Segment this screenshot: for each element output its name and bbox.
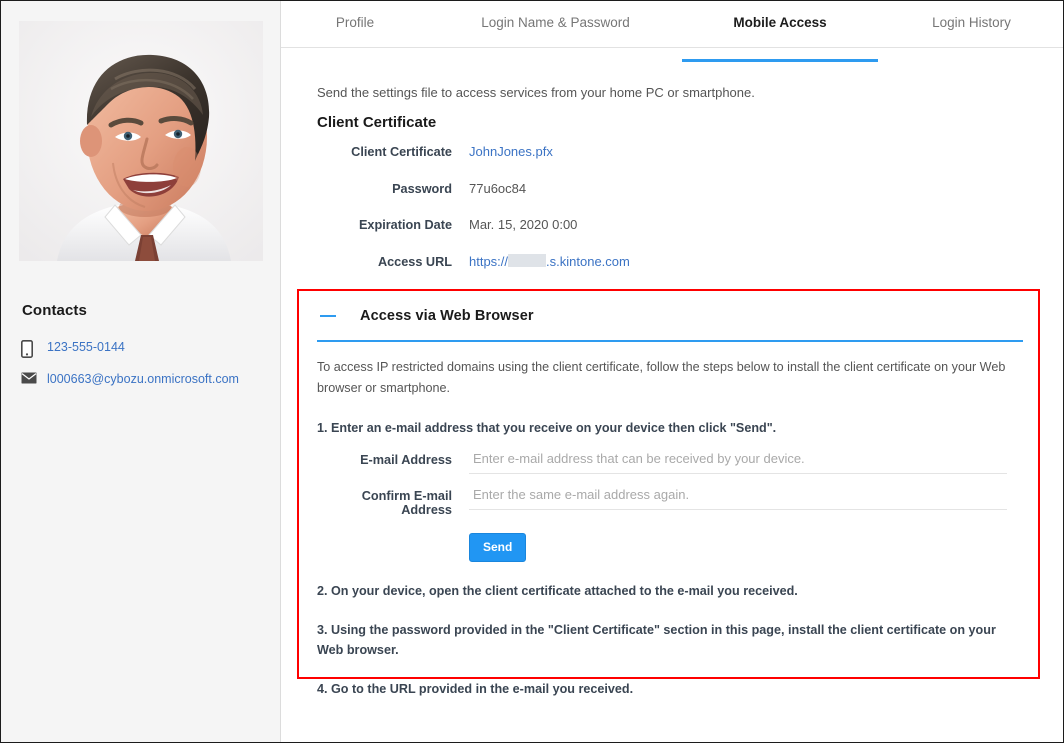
web-browser-description: To access IP restricted domains using th… xyxy=(317,360,1006,395)
panel-underline xyxy=(317,340,1023,342)
user-sidebar: Contacts 123-555-0144 l000663@cybozu.onm… xyxy=(1,1,281,742)
avatar xyxy=(19,21,263,261)
access-via-app-header[interactable]: Access via iPhone or Android App xyxy=(317,738,1023,742)
email-address-input[interactable] xyxy=(469,447,1007,474)
cert-value-access-url[interactable]: https:// .s.kintone.com xyxy=(469,253,630,269)
tab-login-name-password[interactable]: Login Name & Password xyxy=(429,15,682,48)
tab-login-history[interactable]: Login History xyxy=(878,15,1063,48)
send-button[interactable]: Send xyxy=(469,533,527,562)
mobile-access-settings-window: Contacts 123-555-0144 l000663@cybozu.onm… xyxy=(0,0,1064,743)
cert-value-password: 77u6oc84 xyxy=(469,180,527,196)
step-2-text: 2. On your device, open the client certi… xyxy=(317,584,798,598)
user-portrait-photo xyxy=(19,21,263,261)
access-via-web-browser-panel: Access via Web Browser To access IP rest… xyxy=(317,301,1023,699)
tab-profile[interactable]: Profile xyxy=(281,15,429,48)
confirm-email-address-row: Confirm E-mail Address xyxy=(317,483,1023,517)
cert-label-expiration-date: Expiration Date xyxy=(358,218,452,232)
cert-row-client-certificate: Client Certificate JohnJones.pfx xyxy=(317,144,1017,181)
contact-phone-value[interactable]: 123-555-0144 xyxy=(47,339,125,356)
step-3-text: 3. Using the password provided in the "C… xyxy=(317,623,996,657)
confirm-email-field-wrapper xyxy=(469,483,1007,510)
access-url-prefix: https:// xyxy=(469,253,509,269)
cert-label-access-url: Access URL xyxy=(377,254,452,269)
cert-label-client-certificate: Client Certificate xyxy=(351,145,452,159)
access-via-web-browser-title: Access via Web Browser xyxy=(360,308,534,324)
step-1-text: 1. Enter an e-mail address that you rece… xyxy=(317,421,777,435)
confirm-email-address-input[interactable] xyxy=(469,483,1007,510)
send-row-spacer xyxy=(317,533,469,562)
email-address-field-wrapper xyxy=(469,447,1007,474)
cert-row-password: Password 77u6oc84 xyxy=(317,181,1017,218)
contact-phone-row[interactable]: 123-555-0144 xyxy=(21,339,271,358)
access-url-suffix: .s.kintone.com xyxy=(546,253,630,269)
settings-tabbar: Profile Login Name & Password Mobile Acc… xyxy=(281,1,1063,62)
contact-email-value[interactable]: l000663@cybozu.onmicrosoft.com xyxy=(47,371,239,388)
minus-icon[interactable] xyxy=(320,315,336,317)
cert-value-expiration-date: Mar. 15, 2020 0:00 xyxy=(469,217,578,232)
contact-email-row[interactable]: l000663@cybozu.onmicrosoft.com xyxy=(21,371,271,388)
cert-row-expiration-date: Expiration Date Mar. 15, 2020 0:00 xyxy=(317,217,1017,254)
step-4-text: 4. Go to the URL provided in the e-mail … xyxy=(317,682,634,696)
email-address-row: E-mail Address xyxy=(317,447,1023,474)
tab-mobile-access[interactable]: Mobile Access xyxy=(682,15,878,62)
contacts-heading: Contacts xyxy=(22,302,87,319)
client-certificate-table: Client Certificate JohnJones.pfx Passwor… xyxy=(317,144,1017,290)
access-via-app-panel: Access via iPhone or Android App xyxy=(317,738,1023,742)
mobile-access-content: Send the settings file to access service… xyxy=(281,48,1063,742)
confirm-email-address-label: Confirm E-mail Address xyxy=(361,489,452,517)
phone-icon xyxy=(21,339,47,358)
main-content: Profile Login Name & Password Mobile Acc… xyxy=(281,1,1063,742)
access-via-web-browser-header[interactable]: Access via Web Browser xyxy=(317,301,1023,331)
send-button-row: Send xyxy=(317,533,1023,562)
cert-value-client-certificate-link[interactable]: JohnJones.pfx xyxy=(469,144,553,159)
client-certificate-heading: Client Certificate xyxy=(317,114,437,131)
intro-text: Send the settings file to access service… xyxy=(317,85,755,100)
redacted-subdomain-block xyxy=(508,253,547,267)
email-address-label: E-mail Address xyxy=(360,453,452,467)
envelope-icon xyxy=(21,371,47,384)
cert-label-password: Password xyxy=(392,181,452,196)
contacts-list: 123-555-0144 l000663@cybozu.onmicrosoft.… xyxy=(21,339,271,401)
cert-row-access-url: Access URL https:// .s.kintone.com xyxy=(317,253,1017,291)
